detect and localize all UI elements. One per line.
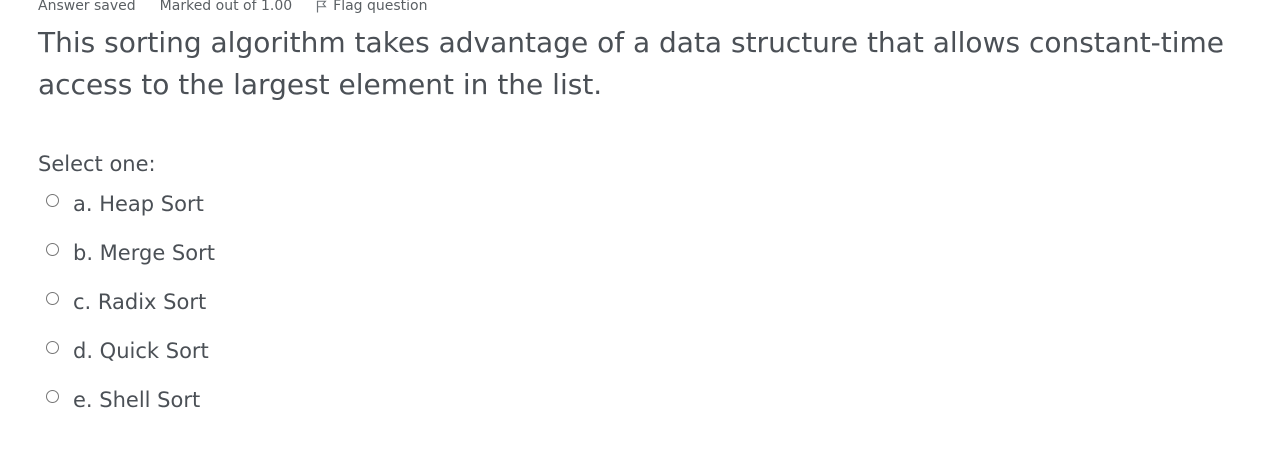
answer-option-d[interactable]: d. Quick Sort — [46, 333, 215, 382]
answer-option-label[interactable]: d. Quick Sort — [73, 333, 209, 369]
quiz-question-page: Answer saved Marked out of 1.00 Flag que… — [0, 0, 1282, 460]
question-grade: Marked out of 1.00 — [159, 0, 293, 14]
question-text: This sorting algorithm takes advantage o… — [38, 26, 1225, 101]
radio-button-d[interactable] — [46, 341, 59, 354]
flag-icon — [317, 0, 327, 12]
answer-option-label[interactable]: e. Shell Sort — [73, 382, 200, 418]
answer-prompt: Select one: — [38, 152, 156, 176]
question-info-bar: Answer saved Marked out of 1.00 Flag que… — [38, 0, 427, 15]
radio-button-c[interactable] — [46, 292, 59, 305]
radio-button-a[interactable] — [46, 194, 59, 207]
answer-option-label[interactable]: b. Merge Sort — [73, 235, 215, 271]
answer-option-label[interactable]: a. Heap Sort — [73, 186, 204, 222]
answer-option-label[interactable]: c. Radix Sort — [73, 284, 206, 320]
answer-options: a. Heap Sort b. Merge Sort c. Radix Sort… — [46, 186, 215, 431]
radio-button-e[interactable] — [46, 390, 59, 403]
answer-option-e[interactable]: e. Shell Sort — [46, 382, 215, 431]
answer-option-b[interactable]: b. Merge Sort — [46, 235, 215, 284]
answer-option-c[interactable]: c. Radix Sort — [46, 284, 215, 333]
flag-question-button[interactable]: Flag question — [316, 0, 427, 14]
answer-state: Answer saved — [38, 0, 136, 14]
flag-question-label: Flag question — [333, 0, 428, 14]
radio-button-b[interactable] — [46, 243, 59, 256]
answer-option-a[interactable]: a. Heap Sort — [46, 186, 215, 235]
